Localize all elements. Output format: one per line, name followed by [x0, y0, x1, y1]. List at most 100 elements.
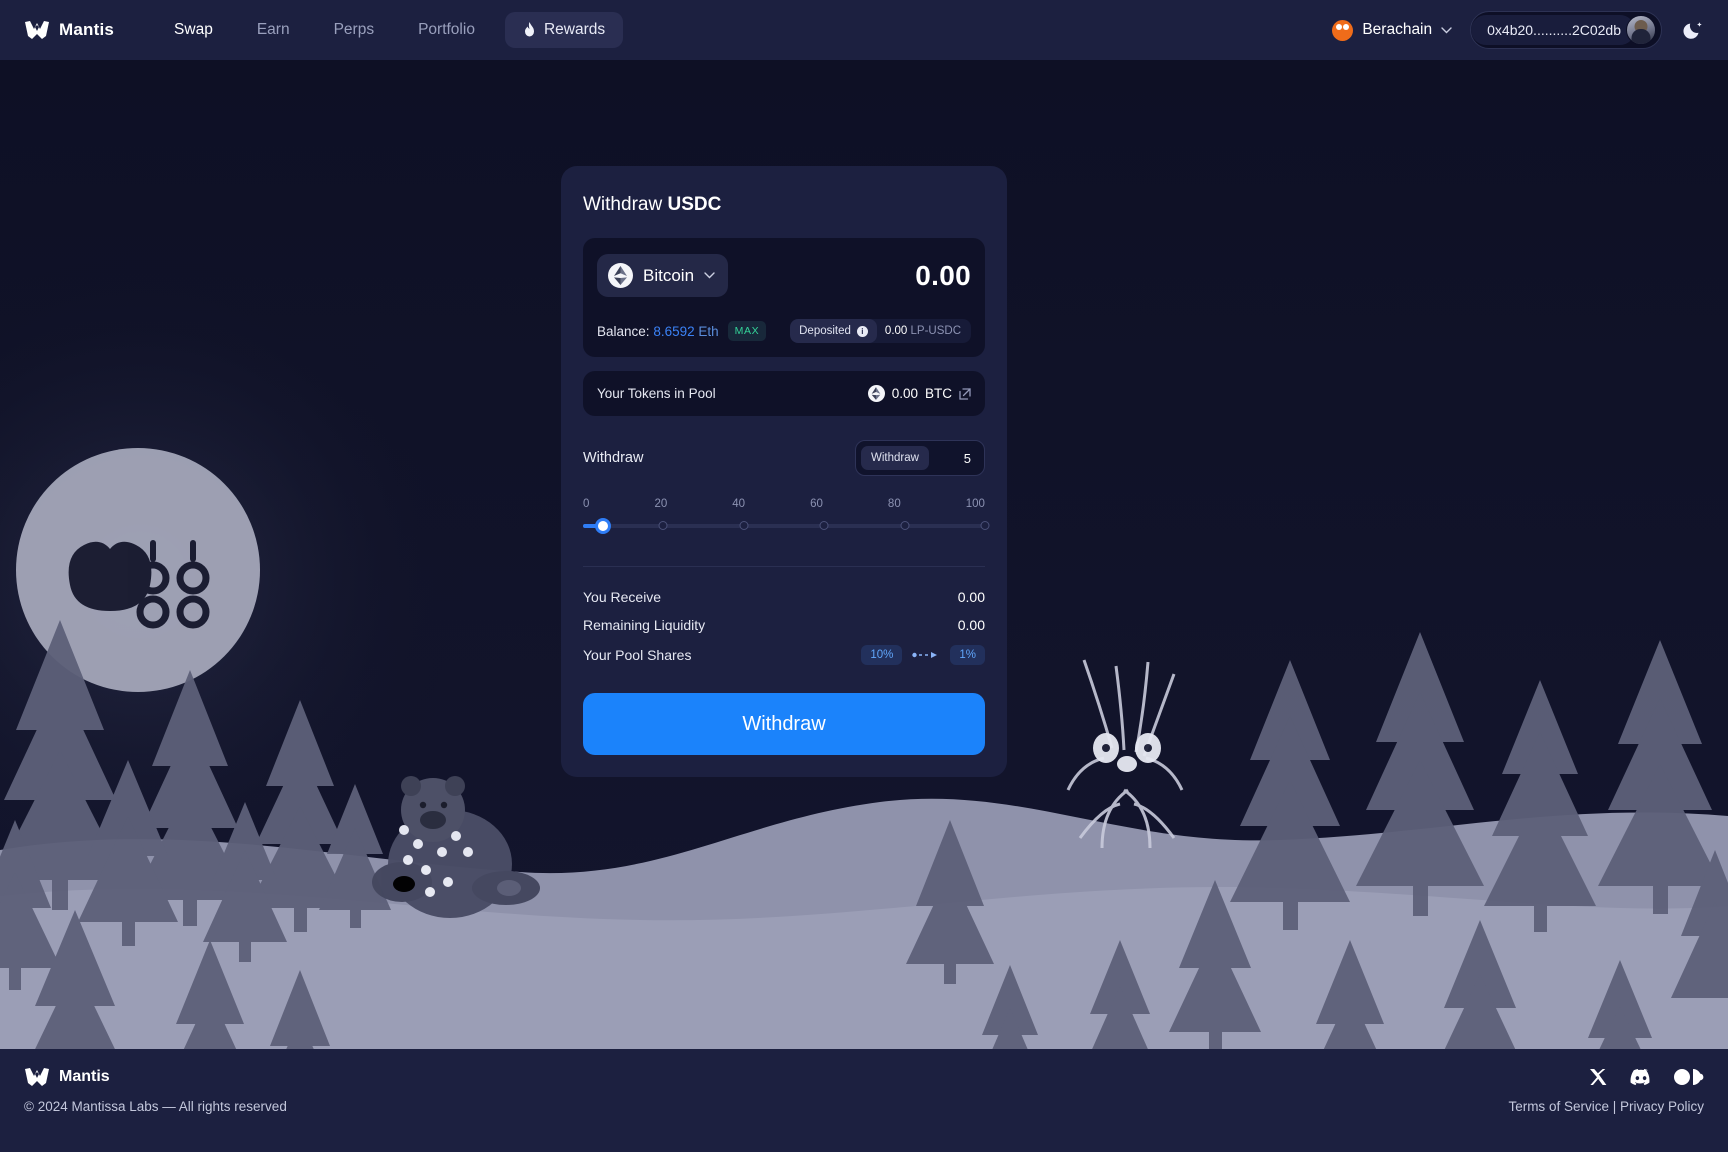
balance-unit: Eth [698, 323, 719, 339]
tokens-in-pool-row: Your Tokens in Pool 0.00 BTC [583, 371, 985, 416]
chain-selector[interactable]: Berachain [1332, 19, 1452, 41]
balance-text: Balance: 8.6592 Eth [597, 324, 719, 339]
mantis-circles-icon[interactable] [1674, 1068, 1704, 1086]
withdraw-header-row: Withdraw Withdraw 5 [583, 440, 985, 476]
deposited-unit: LP-USDC [910, 325, 961, 337]
slider-tick-80: 80 [887, 498, 901, 510]
moon-icon [1683, 22, 1702, 39]
percent-slider[interactable]: 0 20 40 60 80 100 [583, 498, 990, 538]
social-links [1588, 1067, 1704, 1087]
balance-value: 8.6592 [653, 323, 695, 339]
balance-group: Balance: 8.6592 Eth MAX [597, 321, 767, 341]
slider-tick-20: 20 [654, 498, 668, 510]
summary-row-remaining-liquidity: Remaining Liquidity 0.00 [583, 611, 985, 639]
withdraw-submit-button[interactable]: Withdraw [583, 693, 985, 755]
ethereum-token-icon [608, 263, 633, 288]
mantis-logo-icon [25, 21, 49, 39]
deposited-label: Deposited [799, 325, 851, 337]
pool-shares-from: 10% [861, 645, 903, 665]
deposited-value-group: 0.00 LP-USDC [877, 319, 971, 343]
divider [583, 566, 985, 567]
withdraw-slider-section: Withdraw Withdraw 5 0 20 40 60 80 100 [583, 440, 990, 538]
tokens-in-pool-unit: BTC [925, 386, 952, 401]
footer-bottom-row: © 2024 Mantissa Labs — All rights reserv… [0, 1087, 1728, 1114]
legal-links[interactable]: Terms of Service | Privacy Policy [1508, 1099, 1704, 1114]
nav-item-perps[interactable]: Perps [312, 12, 397, 48]
slider-stop-100[interactable] [980, 521, 990, 530]
x-icon[interactable] [1588, 1067, 1608, 1087]
summary-row-pool-shares: Your Pool Shares 10% 1% [583, 639, 985, 671]
nav-item-rewards[interactable]: Rewards [504, 12, 624, 48]
footer: Mantis © 2024 Mantissa Labs — All rights… [0, 1049, 1728, 1152]
max-button[interactable]: MAX [727, 321, 767, 341]
withdraw-card: Withdraw USDC Bitcoin 0.00 Balance: 8.65… [561, 166, 1007, 777]
slider-tick-40: 40 [732, 498, 746, 510]
theme-toggle-button[interactable] [1680, 17, 1706, 43]
token-name: Bitcoin [643, 265, 695, 285]
tokens-in-pool-value-group: 0.00 BTC [867, 385, 971, 402]
token-input-panel: Bitcoin 0.00 Balance: 8.6592 Eth MAX Dep… [583, 238, 985, 357]
top-navigation-bar: Mantis Swap Earn Perps Portfolio Rewards… [0, 0, 1728, 60]
chevron-down-icon [704, 272, 715, 279]
footer-brand-name: Mantis [59, 1068, 110, 1085]
discord-icon[interactable] [1630, 1068, 1652, 1086]
slider-stop-60[interactable] [819, 521, 829, 530]
summary-row-you-receive: You Receive 0.00 [583, 583, 985, 611]
slider-stop-40[interactable] [739, 521, 749, 530]
main-nav: Swap Earn Perps Portfolio Rewards [152, 12, 624, 48]
brand-name: Mantis [59, 20, 115, 39]
remaining-liquidity-value: 0.00 [957, 617, 985, 633]
copyright-text: © 2024 Mantissa Labs — All rights reserv… [24, 1099, 287, 1114]
nav-item-rewards-label: Rewards [543, 21, 606, 38]
slider-knob[interactable] [595, 518, 612, 534]
chevron-down-icon [1441, 26, 1452, 33]
slider-stop-20[interactable] [658, 521, 668, 530]
pool-shares-to: 1% [950, 645, 985, 665]
wallet-address: 0x4b20..........2C02db [1471, 15, 1635, 45]
withdraw-input-value: 5 [963, 450, 971, 466]
berachain-logo-icon [1332, 19, 1354, 41]
slider-tick-labels: 0 20 40 60 80 100 [583, 498, 985, 510]
flame-icon [524, 22, 534, 37]
nav-item-swap[interactable]: Swap [152, 12, 235, 48]
remaining-liquidity-label: Remaining Liquidity [583, 617, 706, 633]
arrow-right-dashed-icon [912, 652, 938, 658]
nav-item-earn[interactable]: Earn [235, 12, 312, 48]
header-right-cluster: Berachain 0x4b20..........2C02db [1332, 11, 1706, 49]
tokens-in-pool-value: 0.00 [891, 386, 918, 401]
nav-item-portfolio[interactable]: Portfolio [396, 12, 497, 48]
you-receive-value: 0.00 [957, 589, 985, 605]
deposited-pill: Deposited i 0.00 LP-USDC [790, 319, 971, 343]
balance-label: Balance: [597, 323, 650, 339]
card-title: Withdraw USDC [583, 194, 985, 216]
chain-name: Berachain [1362, 21, 1433, 38]
slider-tick-60: 60 [810, 498, 823, 510]
withdraw-percent-input[interactable]: Withdraw 5 [855, 440, 985, 476]
ethereum-token-icon [867, 385, 885, 402]
mantis-logo-icon [25, 1068, 49, 1086]
withdraw-amount-value[interactable]: 0.00 [915, 260, 971, 292]
slider-tick-0: 0 [583, 498, 590, 510]
withdraw-input-tag: Withdraw [861, 446, 929, 470]
token-amount-row: Bitcoin 0.00 [597, 254, 971, 297]
deposited-value: 0.00 [884, 325, 908, 337]
info-icon[interactable]: i [856, 325, 868, 337]
slider-track[interactable] [583, 524, 985, 528]
pool-shares-label: Your Pool Shares [583, 647, 692, 663]
slider-tick-100: 100 [965, 498, 985, 510]
card-title-token: USDC [667, 194, 722, 215]
slider-stop-80[interactable] [900, 521, 910, 530]
withdraw-label: Withdraw [583, 450, 644, 466]
token-selector[interactable]: Bitcoin [597, 254, 729, 297]
external-link-icon[interactable] [959, 387, 971, 400]
wallet-button[interactable]: 0x4b20..........2C02db [1470, 11, 1662, 49]
card-title-prefix: Withdraw [583, 194, 663, 215]
tokens-in-pool-label: Your Tokens in Pool [597, 386, 716, 401]
you-receive-label: You Receive [583, 589, 662, 605]
deposited-label-group: Deposited i [790, 319, 877, 343]
footer-top-row: Mantis [0, 1049, 1728, 1087]
pool-shares-change: 10% 1% [861, 645, 985, 665]
brand-logo[interactable]: Mantis [24, 20, 114, 40]
footer-brand[interactable]: Mantis [24, 1067, 110, 1087]
avatar [1626, 15, 1656, 45]
